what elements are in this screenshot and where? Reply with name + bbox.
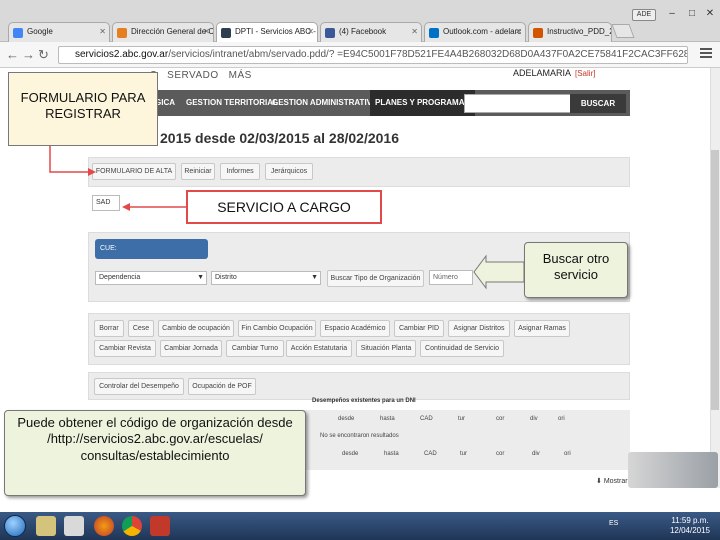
arrow-formulario — [49, 146, 88, 173]
arrow-buscar — [473, 254, 525, 290]
annotation-buscar-servicio: Buscar otro servicio — [524, 242, 628, 298]
annotation-codigo-organizacion: Puede obtener el código de organización … — [4, 410, 306, 496]
file-explorer-icon[interactable] — [36, 516, 56, 536]
chrome-icon[interactable] — [122, 516, 142, 536]
arrow-head — [122, 203, 130, 211]
system-clock[interactable]: 11:59 p.m. 12/04/2015 — [662, 516, 718, 536]
firefox-icon[interactable] — [94, 516, 114, 536]
annotation-formulario: FORMULARIO PARA REGISTRAR — [8, 72, 158, 146]
arrow-head — [88, 168, 96, 176]
documents-icon[interactable] — [64, 516, 84, 536]
powerpoint-icon[interactable] — [150, 516, 170, 536]
start-button-icon[interactable] — [4, 515, 26, 537]
annotation-servicio-a-cargo: SERVICIO A CARGO — [186, 190, 382, 224]
language-indicator[interactable]: ES — [609, 520, 618, 527]
